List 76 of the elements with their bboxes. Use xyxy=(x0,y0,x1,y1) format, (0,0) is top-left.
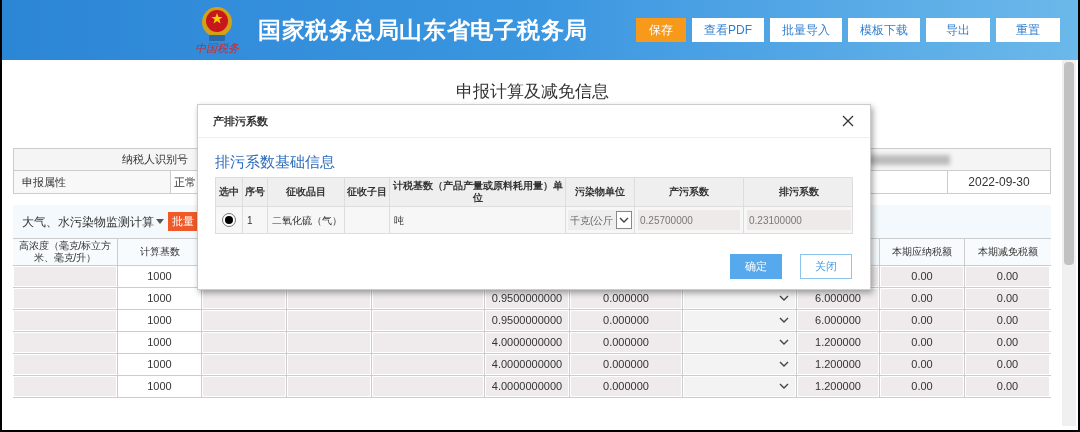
table-cell: 6.000000 xyxy=(798,289,878,308)
section-title: 排污系数基础信息 xyxy=(215,153,335,170)
scrollbar[interactable] xyxy=(1062,60,1076,426)
table-cell: 6.000000 xyxy=(798,311,878,330)
confirm-button[interactable]: 确定 xyxy=(730,254,782,279)
table-cell: 0.00 xyxy=(881,333,963,352)
date-value: 2022-09-30 xyxy=(968,174,1030,191)
table-cell: 4.0000000000 xyxy=(486,355,568,374)
field-value: 正常 xyxy=(174,174,196,190)
logo-text: 中国税务 xyxy=(195,42,239,54)
table-cell: 0.00 xyxy=(881,311,963,330)
column-header: 序号 xyxy=(245,186,265,198)
select-field[interactable] xyxy=(684,355,795,374)
chevron-down-icon[interactable] xyxy=(779,317,789,324)
table-cell: 0.00 xyxy=(881,377,963,396)
table-cell: 1.200000 xyxy=(798,333,878,352)
coefficient-field[interactable]: 0.23100000 xyxy=(747,210,851,230)
table-cell: 0.00 xyxy=(966,311,1049,330)
field-label: 纳税人识别号 xyxy=(122,152,188,168)
column-header: 产污系数 xyxy=(669,186,709,198)
table-cell: 0.000000 xyxy=(571,355,681,374)
column-header: 计算基数 xyxy=(139,246,180,258)
toolbar-button[interactable]: 重置 xyxy=(996,18,1060,42)
table-cell: 0.000000 xyxy=(571,311,681,330)
column-header: 计税基数（产品产量或原料耗用量）单位 xyxy=(392,180,563,204)
cancel-button[interactable]: 关闭 xyxy=(800,254,852,279)
column-header: 征收品目 xyxy=(286,186,326,198)
coefficient-field[interactable]: 0.25700000 xyxy=(638,210,740,230)
column-header: 征收子目 xyxy=(347,186,387,198)
table-cell-text: 1 xyxy=(247,213,253,228)
table-cell: 0.00 xyxy=(881,355,963,374)
chevron-down-icon[interactable] xyxy=(619,216,629,224)
table-cell: 0.9500000000 xyxy=(486,311,568,330)
table-cell-text: 吨 xyxy=(394,213,404,228)
table-cell: 0.00 xyxy=(881,267,963,286)
table-cell: 0.000000 xyxy=(571,377,681,396)
radio-button[interactable] xyxy=(222,213,236,227)
chevron-down-icon[interactable] xyxy=(779,295,789,302)
toolbar-button[interactable]: 导出 xyxy=(926,18,990,42)
select-field[interactable] xyxy=(684,311,795,330)
caret-down-icon[interactable] xyxy=(156,219,164,224)
close-button[interactable] xyxy=(841,114,855,128)
select-field[interactable] xyxy=(684,333,795,352)
toolbar-button[interactable]: 模板下载 xyxy=(848,18,920,42)
select-field[interactable] xyxy=(684,377,795,396)
column-header: 排污系数 xyxy=(779,186,819,198)
table-cell: 0.00 xyxy=(966,333,1049,352)
column-header: 本期减免税额 xyxy=(977,246,1038,258)
table-cell: 0.00 xyxy=(966,377,1049,396)
table-cell: 1.200000 xyxy=(798,377,878,396)
table-cell: 0.00 xyxy=(881,289,963,308)
column-header: 高浓度（毫克/标立方米、毫克/升） xyxy=(17,240,113,264)
toolbar-button[interactable]: 批量导入 xyxy=(770,18,842,42)
chevron-down-icon[interactable] xyxy=(779,361,789,368)
page-title: 申报计算及减免信息 xyxy=(456,82,609,102)
batch-delete-button[interactable]: 批量 xyxy=(168,212,198,231)
table-cell: 0.00 xyxy=(966,355,1049,374)
chevron-down-icon[interactable] xyxy=(779,339,789,346)
table-cell: 二氧化硫（气） xyxy=(272,214,342,226)
dialog-title: 产排污系数 xyxy=(213,113,268,129)
table-cell: 0.00 xyxy=(966,267,1049,286)
table-cell: 0.000000 xyxy=(571,333,681,352)
chevron-down-icon[interactable] xyxy=(779,383,789,390)
column-header: 污染物单位 xyxy=(575,186,625,198)
table-cell: 4.0000000000 xyxy=(486,377,568,396)
column-header: 本期应纳税额 xyxy=(892,246,952,258)
column-header: 选中 xyxy=(219,186,239,198)
table-cell: 1.200000 xyxy=(798,355,878,374)
toolbar-button[interactable]: 查看PDF xyxy=(692,18,764,42)
emblem-icon xyxy=(200,6,234,42)
unit-select[interactable]: 千克(公斤 xyxy=(568,210,632,230)
site-title: 国家税务总局山东省电子税务局 xyxy=(258,15,589,45)
table-cell: 4.0000000000 xyxy=(486,333,568,352)
table-cell: 0.00 xyxy=(966,289,1049,308)
field-label: 申报属性 xyxy=(22,174,66,190)
calc-type-dropdown[interactable]: 大气、水污染物监测计算 xyxy=(22,212,164,231)
